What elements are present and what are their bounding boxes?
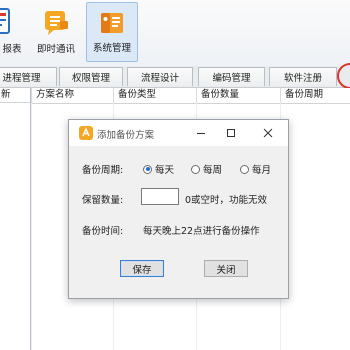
keep-count-hint: 0或空时，功能无效 bbox=[185, 195, 268, 206]
tab-permission[interactable]: 权限管理 bbox=[59, 67, 123, 86]
radio-dot bbox=[191, 164, 200, 174]
keep-count-label: 保留数量: bbox=[82, 195, 124, 206]
maximize-icon[interactable] bbox=[223, 125, 239, 141]
column-header-backup-type[interactable]: 备份类型 bbox=[113, 88, 196, 103]
toolbar-system-label: 系统管理 bbox=[92, 43, 131, 54]
column-header-backup-cycle[interactable]: 备份周期 bbox=[280, 88, 350, 103]
dialog-body: 备份周期: 每天 每周 每月 保留数量: 0或空时，功能无效 备份时间: 每天晚… bbox=[69, 146, 288, 298]
tab-workflow[interactable]: 流程设计 bbox=[127, 67, 193, 86]
add-backup-dialog: 添加备份方案 备份周期: 每天 每周 每月 保留数量: 0或空时，功能无效 备份… bbox=[68, 119, 289, 299]
save-button[interactable]: 保存 bbox=[120, 260, 164, 277]
left-pane-header: 新 bbox=[0, 88, 30, 103]
keep-count-input[interactable] bbox=[141, 188, 179, 205]
toolbar-report-button[interactable]: 报表 bbox=[0, 2, 28, 62]
cycle-label: 备份周期: bbox=[82, 165, 124, 176]
tab-coding[interactable]: 编码管理 bbox=[198, 67, 265, 86]
column-header-backup-count[interactable]: 备份数量 bbox=[196, 88, 280, 103]
module-tabs: 进程管理 权限管理 流程设计 编码管理 软件注册 bbox=[0, 66, 350, 88]
close-button[interactable]: 关闭 bbox=[204, 260, 248, 277]
radio-dot bbox=[143, 164, 152, 174]
radio-dot bbox=[240, 164, 249, 174]
cycle-monthly-label: 每月 bbox=[252, 165, 272, 176]
toolbar-system-button[interactable]: 系统管理 bbox=[86, 2, 138, 62]
system-manage-icon bbox=[101, 13, 123, 33]
dialog-titlebar[interactable]: 添加备份方案 bbox=[69, 120, 288, 146]
toolbar-chat-button[interactable]: 即时通讯 bbox=[31, 2, 81, 62]
dialog-title: 添加备份方案 bbox=[97, 130, 155, 141]
cycle-weekly-radio[interactable]: 每周 bbox=[191, 162, 222, 176]
app-window: 报表 即时通讯 系统管理 进程管理 权限管理 流程设计 编码管理 软件注册 新 … bbox=[0, 0, 350, 350]
tab-process[interactable]: 进程管理 bbox=[0, 67, 57, 86]
cycle-daily-radio[interactable]: 每天 bbox=[143, 162, 174, 176]
close-icon[interactable] bbox=[260, 125, 276, 141]
toolbar-chat-label: 即时通讯 bbox=[36, 44, 75, 55]
toolbar-report-label: 报表 bbox=[2, 44, 22, 55]
left-pane: 新 bbox=[0, 88, 31, 350]
grid-header: 方案名称 备份类型 备份数量 备份周期 bbox=[31, 88, 350, 104]
report-icon bbox=[0, 8, 10, 34]
column-header-scheme-name[interactable]: 方案名称 bbox=[31, 88, 113, 103]
chat-icon bbox=[45, 11, 68, 35]
minimize-icon[interactable] bbox=[193, 125, 209, 141]
backup-time-label: 备份时间: bbox=[82, 226, 124, 237]
tab-registration[interactable]: 软件注册 bbox=[269, 67, 337, 86]
main-toolbar: 报表 即时通讯 系统管理 bbox=[0, 0, 350, 67]
cycle-daily-label: 每天 bbox=[155, 165, 175, 176]
cycle-monthly-radio[interactable]: 每月 bbox=[240, 162, 271, 176]
app-logo-icon bbox=[79, 126, 93, 140]
backup-time-text: 每天晚上22点进行备份操作 bbox=[143, 226, 260, 237]
cycle-weekly-label: 每周 bbox=[203, 165, 223, 176]
